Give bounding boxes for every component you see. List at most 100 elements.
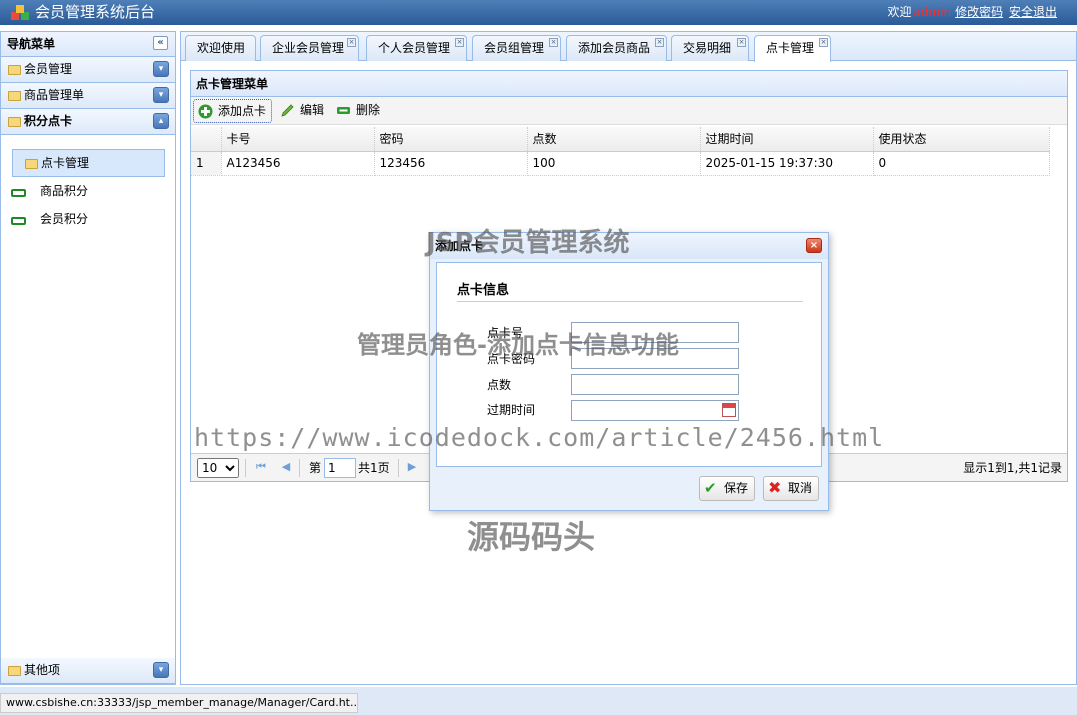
folder-icon [25,159,38,169]
table-header-row: 卡号 密码 点数 过期时间 使用状态 [191,127,1050,152]
close-icon[interactable]: × [819,38,828,47]
accordion-header-members[interactable]: 会员管理 ▾ [1,57,175,83]
page-number-input[interactable] [324,458,356,478]
edit-button[interactable]: 编辑 [276,99,329,123]
tab-label: 企业会员管理 [272,41,345,55]
pencil-icon [281,104,294,117]
sidebar-item-goods-points[interactable]: 商品积分 [11,178,165,206]
tab-label: 个人会员管理 [378,41,451,55]
navigation-panel: 导航菜单 « 会员管理 ▾ 商品管理单 ▾ 积分点卡 ▴ 点卡管理 商品积分 会… [0,31,176,685]
watermark-system-name: JSP会员管理系统 [426,228,630,258]
expiry-label: 过期时间 [487,403,536,417]
add-card-button[interactable]: 添加点卡 [193,99,273,123]
table-cell: 2025-01-15 19:37:30 [700,151,874,176]
close-icon[interactable]: × [455,38,464,47]
close-icon[interactable]: × [806,238,822,253]
tab-label: 添加会员商品 [578,41,651,55]
sidebar-item-label: 会员积分 [40,212,89,226]
sidebar-item-label: 商品积分 [40,184,89,198]
add-card-dialog: 添加点卡 × 点卡信息 点卡号 点卡密码 点数 过期时间 ✔ 保存 ✖ 取消 [429,232,829,511]
logout-link[interactable]: 安全退出 [1009,5,1057,19]
section-title: 点卡信息 [457,283,510,298]
column-header[interactable]: 使用状态 [873,127,1050,152]
button-label: 保存 [724,481,749,495]
row-number: 1 [191,151,222,176]
data-table: 卡号 密码 点数 过期时间 使用状态 1 A123456 123456 100 … [191,127,1050,176]
expiry-date-field[interactable] [571,400,739,421]
section-divider [457,301,803,302]
sidebar-item-card-management[interactable]: 点卡管理 [12,149,165,177]
close-icon[interactable]: × [737,38,746,47]
table-cell: 0 [873,151,1050,176]
folder-icon [8,91,21,101]
app-title: 会员管理系统后台 [35,3,156,21]
change-password-link[interactable]: 修改密码 [955,5,1003,19]
sidebar-item-member-points[interactable]: 会员积分 [11,206,165,234]
dialog-footer: ✔ 保存 ✖ 取消 [436,469,822,510]
collapse-left-icon[interactable]: « [153,36,168,50]
page-size-select[interactable]: 10 [197,458,239,478]
tab-label: 交易明细 [683,41,732,55]
tab-label: 欢迎使用 [197,41,246,55]
plus-circle-icon [198,104,213,119]
navigation-panel-header: 导航菜单 « [1,32,175,57]
grid-toolbar: 添加点卡 编辑 删除 [191,97,1067,125]
tab-member-groups[interactable]: 会员组管理 × [472,35,561,61]
save-button[interactable]: ✔ 保存 [699,476,756,501]
cancel-button[interactable]: ✖ 取消 [763,476,820,501]
tab-strip: 欢迎使用 企业会员管理 × 个人会员管理 × 会员组管理 × 添加会员商品 × 交易明细… [181,32,1076,62]
close-icon[interactable]: × [655,38,664,47]
expand-icon[interactable]: ▾ [153,61,169,77]
prev-page-icon[interactable]: ◀ [280,461,292,473]
accordion-header-goods[interactable]: 商品管理单 ▾ [1,83,175,109]
separator [299,459,300,477]
accordion-label: 商品管理单 [24,88,85,102]
expand-icon[interactable]: ▾ [153,662,169,678]
accordion-header-other[interactable]: 其他项 ▾ [1,658,175,684]
expand-icon[interactable]: ▾ [153,87,169,103]
page-prefix: 第 [309,461,322,475]
table-row[interactable]: 1 A123456 123456 100 2025-01-15 19:37:30… [191,151,1050,176]
column-header[interactable]: 密码 [374,127,528,152]
button-label: 添加点卡 [218,104,267,118]
item-icon [11,217,26,225]
column-header[interactable]: 点数 [527,127,701,152]
table-cell: 100 [527,151,701,176]
watermark-url: https://www.icodedock.com/article/2456.h… [194,423,885,452]
separator [398,459,399,477]
column-header[interactable]: 卡号 [221,127,375,152]
navigation-title: 导航菜单 [7,37,56,51]
collapse-up-icon[interactable]: ▴ [153,113,169,129]
tab-enterprise-members[interactable]: 企业会员管理 × [260,35,359,61]
folder-icon [8,65,21,75]
points-field[interactable] [571,374,739,395]
folder-icon [8,117,21,127]
tab-add-member-goods[interactable]: 添加会员商品 × [566,35,667,61]
sidebar-item-label: 点卡管理 [41,156,90,170]
close-icon[interactable]: × [347,38,356,47]
welcome-text: 欢迎 [887,5,912,19]
button-label: 删除 [356,103,381,117]
close-icon[interactable]: × [549,38,558,47]
column-header[interactable]: 过期时间 [700,127,874,152]
button-label: 取消 [788,481,813,495]
tab-personal-members[interactable]: 个人会员管理 × [366,35,467,61]
delete-button[interactable]: 删除 [332,99,385,123]
next-page-icon[interactable]: ▶ [406,461,418,473]
x-icon: ✖ [768,478,782,497]
accordion-header-points-cards[interactable]: 积分点卡 ▴ [1,109,175,135]
cubes-logo-icon [11,5,29,20]
separator [245,459,246,477]
table-cell: 123456 [374,151,528,176]
minus-icon [337,107,350,114]
tab-card-management[interactable]: 点卡管理 × [754,35,831,62]
header-user-area: 欢迎 admin 修改密码 安全退出 [888,5,1057,19]
button-label: 编辑 [300,103,325,117]
table-cell: A123456 [221,151,375,176]
watermark-brand: 源码码头 [467,518,596,556]
tab-label: 会员组管理 [484,41,545,55]
first-page-icon[interactable]: ⏮ [255,461,267,473]
tab-welcome[interactable]: 欢迎使用 [185,35,256,61]
tab-transactions[interactable]: 交易明细 × [671,35,749,61]
calendar-icon[interactable] [722,403,736,417]
